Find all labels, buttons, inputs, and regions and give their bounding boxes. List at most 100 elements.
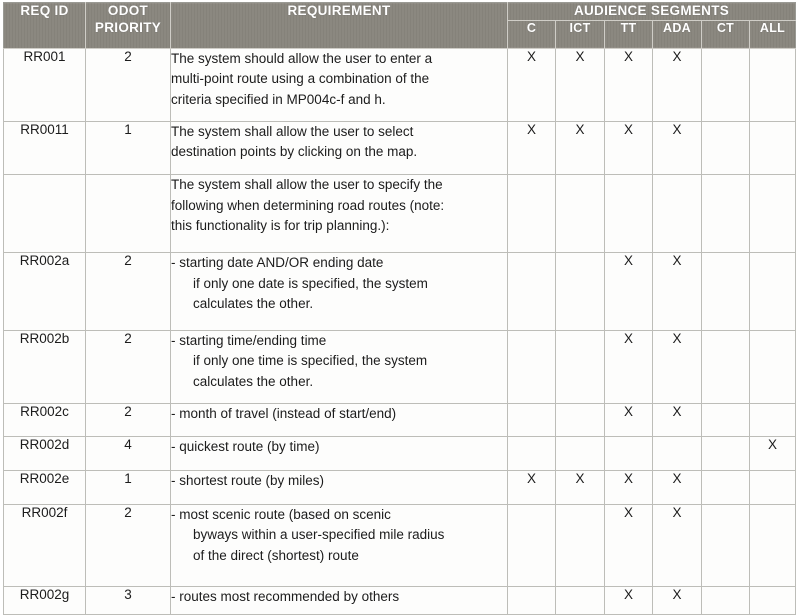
cell-segment-ct [701, 436, 750, 472]
odot-priority-line-1: ODOT [107, 3, 149, 18]
column-header-segment-c: C [507, 19, 556, 49]
table-row: RR002f 2- most scenic route (based on sce… [3, 503, 797, 587]
cell-segment-tt: X [604, 503, 653, 587]
cell-requirement: - quickest route (by time) [170, 436, 508, 472]
cell-req-id: RR002f [3, 503, 86, 587]
cell-segment-c [507, 402, 556, 438]
requirement-line: this functionality is for trip planning.… [171, 218, 390, 234]
cell-segment-ada [652, 436, 702, 472]
cell-segment-all [748, 585, 797, 616]
requirement-line: multi-point route using a combination of… [171, 71, 430, 87]
cell-segment-c: X [507, 47, 556, 122]
cell-segment-ct [701, 402, 750, 438]
cell-req-id: RR002a [3, 252, 86, 331]
cell-req-id: RR001 [3, 47, 86, 122]
requirement-line: - month of travel (instead of start/end) [171, 405, 397, 421]
cell-segment-ict [555, 252, 605, 331]
cell-segment-ct [701, 252, 750, 331]
cell-segment-ict: X [555, 47, 605, 122]
cell-segment-ct [701, 503, 750, 587]
requirement-line: - shortest route (by miles) [171, 473, 325, 489]
cell-odot-priority: 2 [85, 402, 171, 438]
cell-requirement: - most scenic route (based on scenic bywa… [170, 503, 508, 587]
cell-requirement: - starting time/ending time if only one t… [170, 329, 508, 404]
cell-segment-ct [701, 120, 750, 176]
cell-segment-ct [701, 470, 750, 505]
cell-segment-ict [555, 436, 605, 472]
cell-odot-priority: 1 [85, 120, 171, 176]
cell-segment-c [507, 252, 556, 331]
cell-segment-ct [701, 585, 750, 616]
cell-segment-c: X [507, 470, 556, 505]
cell-requirement: - routes most recommended by others [170, 585, 508, 616]
cell-requirement: - shortest route (by miles) [170, 470, 508, 505]
cell-requirement: - month of travel (instead of start/end) [170, 402, 508, 438]
cell-segment-all [748, 470, 797, 505]
cell-segment-tt: X [604, 47, 653, 122]
cell-req-id: RR002e [3, 470, 86, 505]
requirement-line: - most scenic route (based on scenic [171, 506, 391, 522]
column-header-segment-ada: ADA [652, 19, 702, 49]
cell-segment-all [748, 503, 797, 587]
odot-priority-line-2: PRIORITY [94, 19, 162, 35]
cell-segment-tt: X [604, 470, 653, 505]
requirement-line: calculates the other. [193, 373, 314, 389]
cell-segment-c [507, 329, 556, 404]
table-row: RR002a 2- starting date AND/OR ending dat… [3, 252, 797, 331]
requirement-line: of the direct (shortest) route [193, 547, 359, 563]
cell-segment-ct [701, 47, 750, 122]
cell-req-id: RR002c [3, 402, 86, 438]
requirements-table: REQ ID ODOT PRIORITY REQUIREMENT AUDIENC… [3, 2, 797, 616]
requirement-line: criteria specified in MP004c-f and h. [171, 91, 386, 107]
cell-segment-tt [604, 174, 653, 254]
table-body: RR001 2 The system should allow the user t… [3, 47, 797, 616]
cell-segment-ada: X [652, 47, 702, 122]
cell-segment-ict: X [555, 120, 605, 176]
cell-requirement: The system shall allow the user to speci… [170, 174, 508, 254]
cell-segment-all [748, 120, 797, 176]
cell-segment-ict [555, 503, 605, 587]
column-header-segment-ict: ICT [555, 19, 605, 49]
requirement-line: - starting date AND/OR ending date [171, 255, 384, 271]
cell-segment-ct [701, 329, 750, 404]
header-row-top: REQ ID ODOT PRIORITY REQUIREMENT AUDIENC… [3, 2, 797, 49]
cell-segment-c [507, 174, 556, 254]
cell-segment-c: X [507, 120, 556, 176]
cell-requirement: The system should allow the user to ente… [170, 47, 508, 122]
cell-segment-ada: X [652, 120, 702, 176]
cell-req-id: RR002b [3, 329, 86, 404]
cell-req-id [3, 174, 86, 254]
table-row: RR002d 4- quickest route (by time) X [3, 436, 797, 472]
cell-segment-all [748, 329, 797, 404]
cell-segment-tt: X [604, 329, 653, 404]
cell-req-id: RR002g [3, 585, 86, 616]
table-row: RR0011 1 The system shall allow the user t… [3, 120, 797, 176]
column-header-odot-priority: ODOT PRIORITY [85, 2, 171, 49]
cell-segment-c [507, 503, 556, 587]
requirement-line: calculates the other. [193, 296, 314, 312]
cell-odot-priority [85, 174, 171, 254]
table-row: RR002b 2- starting time/ending time if onl… [3, 329, 797, 404]
requirement-line: byways within a user-specified mile radi… [193, 527, 445, 543]
cell-segment-ada: X [652, 329, 702, 404]
cell-segment-ict: X [555, 470, 605, 505]
cell-segment-ada: X [652, 252, 702, 331]
column-header-requirement: REQUIREMENT [170, 2, 508, 49]
requirement-line: - routes most recommended by others [171, 588, 400, 604]
cell-segment-ada: X [652, 470, 702, 505]
cell-segment-ict [555, 402, 605, 438]
requirement-line: The system shall allow the user to selec… [171, 123, 414, 139]
requirement-line: The system shall allow the user to speci… [171, 177, 443, 193]
cell-segment-ict [555, 329, 605, 404]
requirement-line: destination points by clicking on the ma… [171, 144, 418, 160]
cell-segment-ict [555, 174, 605, 254]
column-header-segment-tt: TT [604, 19, 653, 49]
cell-odot-priority: 2 [85, 329, 171, 404]
requirement-line: if only one time is specified, the syste… [193, 353, 428, 369]
cell-segment-tt [604, 436, 653, 472]
requirement-line: following when determining road routes (… [171, 197, 445, 213]
table-row: The system shall allow the user to speci… [3, 174, 797, 254]
cell-odot-priority: 2 [85, 503, 171, 587]
cell-segment-ada: X [652, 503, 702, 587]
cell-segment-c [507, 436, 556, 472]
